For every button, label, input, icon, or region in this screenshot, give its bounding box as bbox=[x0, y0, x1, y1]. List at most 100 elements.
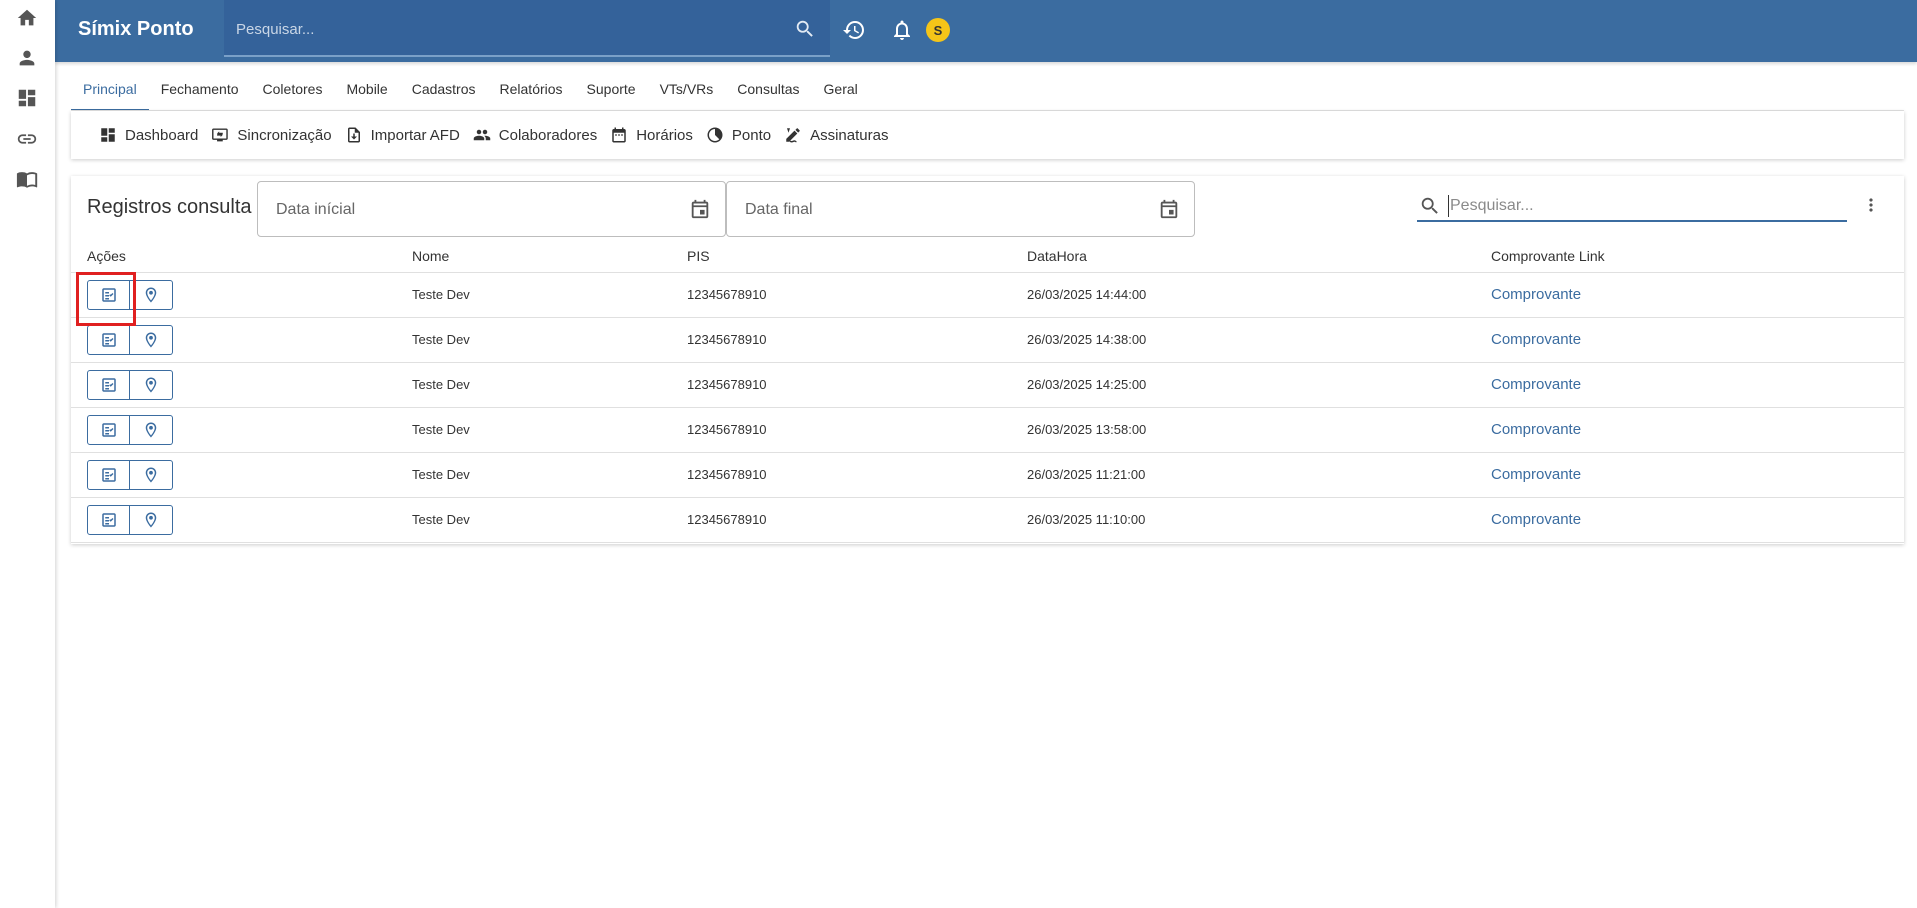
toolbar-colaboradores[interactable]: Colaboradores bbox=[473, 126, 597, 144]
table-row: Teste Dev 12345678910 26/03/2025 14:44:00 C… bbox=[71, 272, 1904, 318]
location-pin-icon bbox=[142, 421, 160, 439]
table-search[interactable] bbox=[1417, 192, 1847, 222]
table-row: Teste Dev 12345678910 26/03/2025 13:58:00 C… bbox=[71, 407, 1904, 453]
end-date-input[interactable] bbox=[745, 199, 1125, 221]
calendar-icon bbox=[612, 127, 626, 143]
comprovante-link[interactable]: Comprovante bbox=[1475, 452, 1904, 498]
tab-mobile[interactable]: Mobile bbox=[334, 70, 399, 111]
tab-consultas[interactable]: Consultas bbox=[725, 70, 811, 111]
cell-nome: Teste Dev bbox=[396, 452, 671, 498]
start-date-field[interactable] bbox=[257, 181, 726, 237]
toolbar-colaboradores-label: Colaboradores bbox=[498, 126, 598, 144]
receipt-icon bbox=[100, 421, 118, 439]
row-actions bbox=[71, 362, 396, 408]
location-button[interactable] bbox=[130, 459, 173, 490]
dashboard-icon[interactable] bbox=[14, 85, 40, 111]
toolbar-dashboard[interactable]: Dashboard bbox=[99, 126, 198, 144]
start-date-input[interactable] bbox=[276, 199, 656, 221]
table-search-input[interactable] bbox=[1448, 195, 1838, 217]
row-actions bbox=[71, 452, 396, 498]
view-receipt-button[interactable] bbox=[87, 414, 130, 445]
more-options-icon[interactable] bbox=[1861, 193, 1881, 217]
comprovante-link[interactable]: Comprovante bbox=[1475, 362, 1904, 408]
cell-pis: 12345678910 bbox=[671, 497, 1011, 543]
toolbar-ponto-label: Ponto bbox=[731, 126, 772, 144]
column-header-nome[interactable]: Nome bbox=[396, 240, 671, 273]
end-date-field[interactable] bbox=[726, 181, 1195, 237]
person-icon[interactable] bbox=[14, 45, 40, 71]
home-icon[interactable] bbox=[14, 5, 40, 31]
search-icon[interactable] bbox=[794, 18, 816, 40]
sync-icon bbox=[212, 128, 229, 142]
tab-principal[interactable]: Principal bbox=[71, 70, 149, 111]
notifications-icon[interactable] bbox=[889, 17, 915, 43]
cell-nome: Teste Dev bbox=[396, 497, 671, 543]
receipt-icon bbox=[100, 331, 118, 349]
toolbar-importar-afd[interactable]: Importar AFD bbox=[345, 126, 460, 144]
table-row: Teste Dev 12345678910 26/03/2025 11:21:00 C… bbox=[71, 452, 1904, 498]
cell-pis: 12345678910 bbox=[671, 317, 1011, 363]
column-header-acoes: Ações bbox=[71, 240, 396, 273]
history-icon[interactable] bbox=[841, 17, 867, 43]
cell-pis: 12345678910 bbox=[671, 272, 1011, 318]
tab-fechamento[interactable]: Fechamento bbox=[149, 70, 251, 111]
comprovante-link[interactable]: Comprovante bbox=[1475, 497, 1904, 543]
table-row: Teste Dev 12345678910 26/03/2025 14:38:00 C… bbox=[71, 317, 1904, 363]
cell-datahora: 26/03/2025 11:21:00 bbox=[1011, 452, 1475, 498]
receipt-icon bbox=[100, 466, 118, 484]
comprovante-link[interactable]: Comprovante bbox=[1475, 317, 1904, 363]
view-receipt-button[interactable] bbox=[87, 504, 130, 535]
view-receipt-button[interactable] bbox=[87, 369, 130, 400]
toolbar-sincronizacao[interactable]: Sincronização bbox=[211, 126, 332, 144]
avatar[interactable]: S bbox=[926, 18, 950, 42]
location-button[interactable] bbox=[130, 279, 173, 310]
tab-vts-vrs[interactable]: VTs/VRs bbox=[648, 70, 726, 111]
location-button[interactable] bbox=[130, 414, 173, 445]
comprovante-link[interactable]: Comprovante bbox=[1475, 407, 1904, 453]
location-button[interactable] bbox=[130, 504, 173, 535]
tab-coletores[interactable]: Coletores bbox=[251, 70, 335, 111]
location-button[interactable] bbox=[130, 324, 173, 355]
cell-pis: 12345678910 bbox=[671, 362, 1011, 408]
toolbar-dashboard-label: Dashboard bbox=[125, 126, 199, 144]
cell-datahora: 26/03/2025 13:58:00 bbox=[1011, 407, 1475, 453]
cell-nome: Teste Dev bbox=[396, 272, 671, 318]
view-receipt-button[interactable] bbox=[87, 279, 130, 310]
cell-datahora: 26/03/2025 14:25:00 bbox=[1011, 362, 1475, 408]
card-title: Registros consulta bbox=[87, 196, 252, 218]
app-title: Símix Ponto bbox=[78, 18, 194, 40]
records-card: Registros consulta Ações Nome PIS Data bbox=[71, 176, 1904, 544]
tab-cadastros[interactable]: Cadastros bbox=[400, 70, 488, 111]
calendar-icon[interactable] bbox=[689, 198, 711, 220]
calendar-icon[interactable] bbox=[1158, 198, 1180, 220]
column-header-comprovante-link[interactable]: Comprovante Link bbox=[1475, 240, 1904, 273]
tab-suporte[interactable]: Suporte bbox=[575, 70, 648, 111]
cell-pis: 12345678910 bbox=[671, 407, 1011, 453]
link-icon[interactable] bbox=[14, 126, 40, 152]
records-table: Ações Nome PIS DataHora Comprovante Link… bbox=[71, 240, 1904, 543]
toolbar-ponto[interactable]: Ponto bbox=[706, 126, 771, 144]
global-search-input[interactable] bbox=[236, 18, 776, 40]
row-actions bbox=[71, 497, 396, 543]
app-header: Símix Ponto S bbox=[55, 0, 1917, 62]
tab-relatorios[interactable]: Relatórios bbox=[488, 70, 575, 111]
cell-nome: Teste Dev bbox=[396, 407, 671, 453]
tab-geral[interactable]: Geral bbox=[812, 70, 870, 111]
toolbar-assinaturas[interactable]: Assinaturas bbox=[784, 126, 888, 144]
location-button[interactable] bbox=[130, 369, 173, 400]
receipt-icon bbox=[100, 376, 118, 394]
view-receipt-button[interactable] bbox=[87, 324, 130, 355]
toolbar-horarios[interactable]: Horários bbox=[610, 126, 693, 144]
signature-icon bbox=[786, 128, 800, 143]
global-search[interactable] bbox=[224, 0, 830, 57]
clock-icon bbox=[707, 127, 723, 143]
view-receipt-button[interactable] bbox=[87, 459, 130, 490]
main-tabs: Principal Fechamento Coletores Mobile Ca… bbox=[71, 70, 870, 111]
book-icon[interactable] bbox=[14, 166, 40, 192]
table-row: Teste Dev 12345678910 26/03/2025 14:25:00 C… bbox=[71, 362, 1904, 408]
table-header-row: Ações Nome PIS DataHora Comprovante Link bbox=[71, 240, 1904, 273]
comprovante-link[interactable]: Comprovante bbox=[1475, 272, 1904, 318]
column-header-pis[interactable]: PIS bbox=[671, 240, 1011, 273]
toolbar-sincronizacao-label: Sincronização bbox=[237, 126, 332, 144]
column-header-datahora[interactable]: DataHora bbox=[1011, 240, 1475, 273]
